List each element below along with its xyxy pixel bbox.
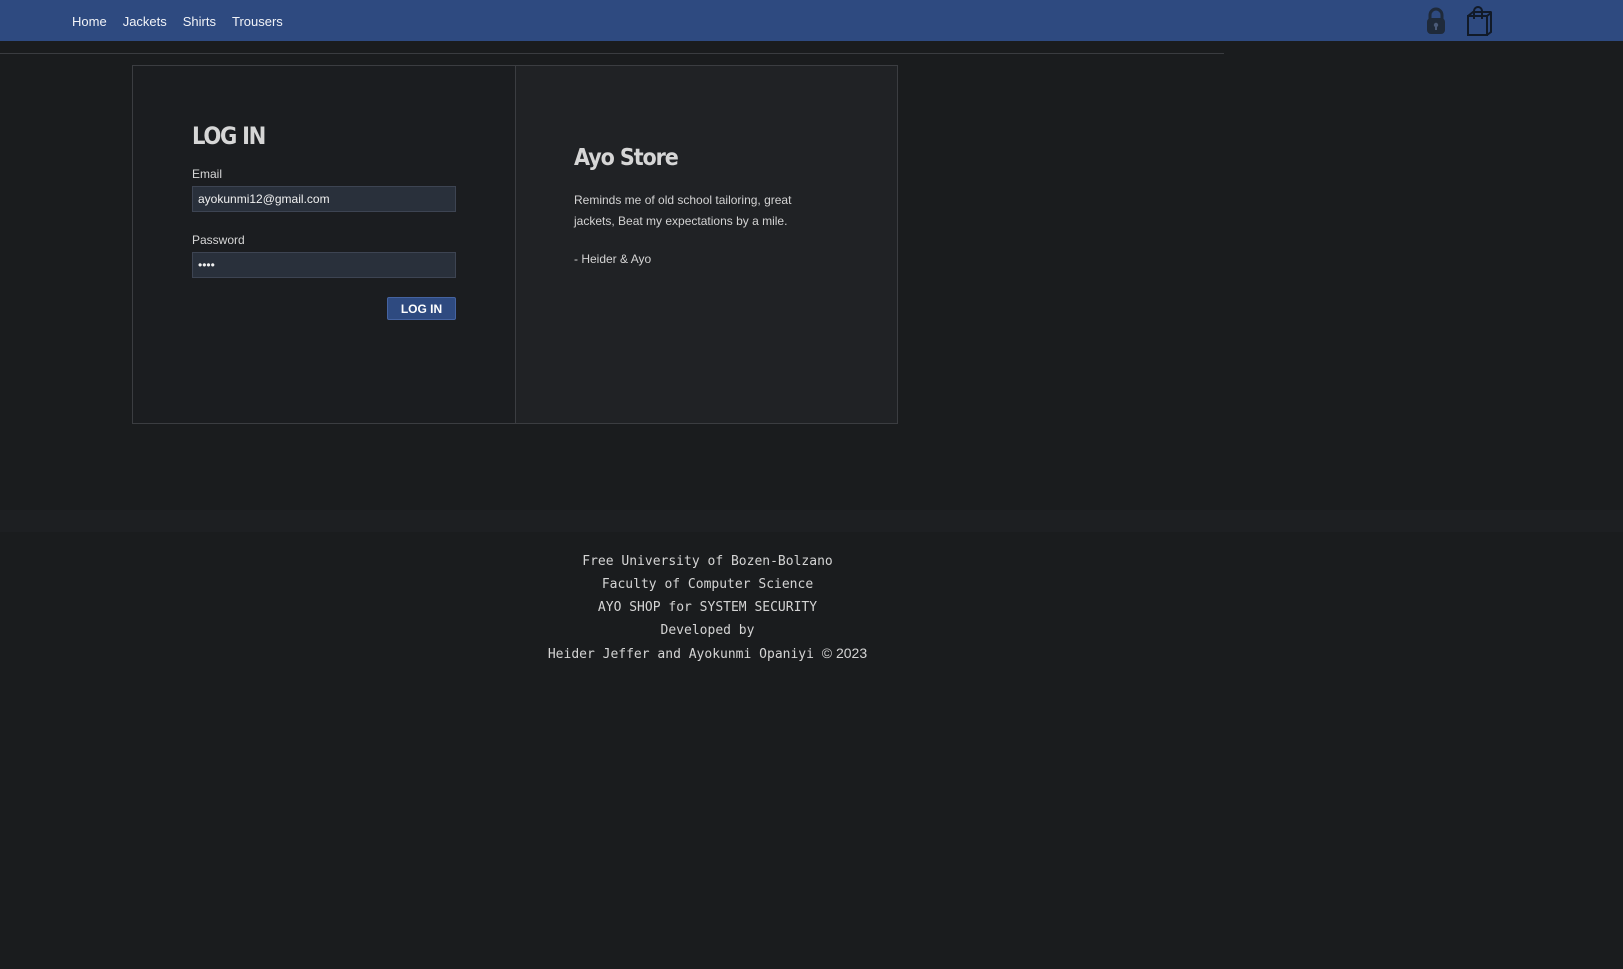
header-divider xyxy=(0,53,1224,54)
email-field[interactable] xyxy=(192,186,456,212)
login-form: LOG IN Email Password LOG IN xyxy=(133,66,516,423)
login-title: LOG IN xyxy=(192,122,266,150)
lock-icon[interactable] xyxy=(1426,7,1446,35)
password-label: Password xyxy=(192,233,245,247)
testimonial-author: - Heider & Ayo xyxy=(574,252,652,266)
nav-link-home[interactable]: Home xyxy=(72,14,107,29)
main-nav: Home Jackets Shirts Trousers xyxy=(72,0,299,41)
promo-panel: Ayo Store Reminds me of old school tailo… xyxy=(516,66,897,423)
footer-project: AYO SHOP for SYSTEM SECURITY xyxy=(597,600,818,615)
footer-authors: Heider Jeffer and Ayokunmi Opaniyi xyxy=(547,647,814,662)
email-label: Email xyxy=(192,167,223,181)
footer: Free University of Bozen-Bolzano Faculty… xyxy=(0,550,1415,666)
login-button[interactable]: LOG IN xyxy=(387,297,456,320)
nav-link-jackets[interactable]: Jackets xyxy=(123,14,167,29)
nav-link-trousers[interactable]: Trousers xyxy=(232,14,283,29)
shopping-bag-icon[interactable] xyxy=(1465,5,1493,37)
footer-faculty: Faculty of Computer Science xyxy=(601,577,814,592)
footer-band xyxy=(0,510,1623,532)
footer-developed-by: Developed by xyxy=(660,623,755,638)
login-panel: LOG IN Email Password LOG IN Ayo Store R… xyxy=(132,65,898,424)
nav-link-shirts[interactable]: Shirts xyxy=(183,14,216,29)
top-nav-bar: Home Jackets Shirts Trousers xyxy=(0,0,1623,41)
footer-copyright: © 2023 xyxy=(821,645,868,661)
password-field[interactable] xyxy=(192,252,456,278)
store-title: Ayo Store xyxy=(574,145,679,171)
footer-authors-line: Heider Jeffer and Ayokunmi Opaniyi © 202… xyxy=(0,642,1415,666)
footer-university: Free University of Bozen-Bolzano xyxy=(582,554,833,569)
testimonial-quote: Reminds me of old school tailoring, grea… xyxy=(574,193,792,228)
